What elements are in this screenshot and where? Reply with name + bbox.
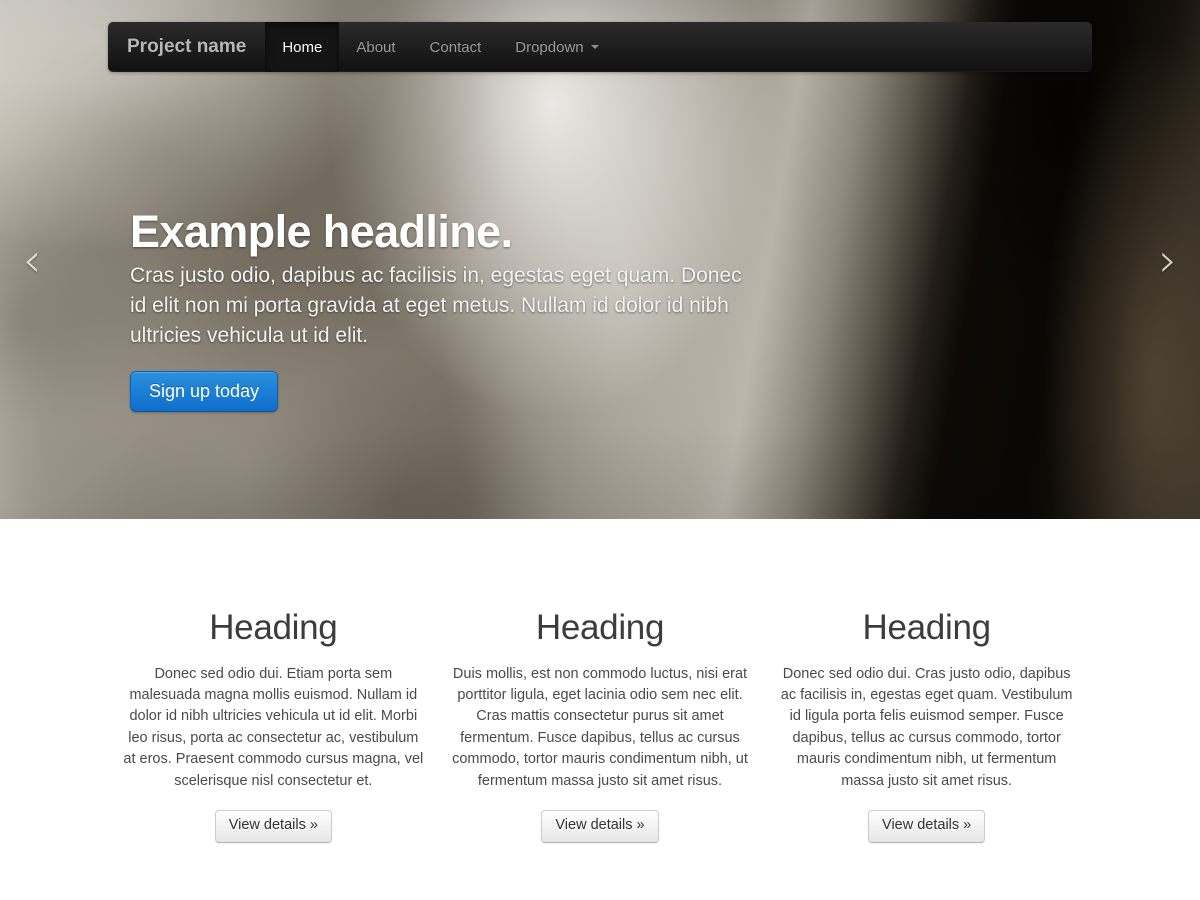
carousel-next-control[interactable]: › [1120, 0, 1200, 519]
page-root: ‹ › Example headline. Cras justo odio, d… [0, 0, 1200, 900]
carousel-lead-text: Cras justo odio, dapibus ac facilisis in… [130, 264, 742, 347]
marketing-container: Heading Donec sed odio dui. Etiam porta … [110, 519, 1090, 843]
feature-body: Donec sed odio dui. Cras justo odio, dap… [780, 665, 1073, 789]
marketing-section: Heading Donec sed odio dui. Etiam porta … [0, 519, 1200, 900]
feature-body: Donec sed odio dui. Etiam porta sem male… [123, 665, 424, 789]
view-details-button-2[interactable]: View details » [541, 810, 659, 843]
hero-carousel: ‹ › Example headline. Cras justo odio, d… [0, 0, 1200, 519]
navbar-nav: Home About Contact Dropdown [265, 22, 615, 72]
nav-item-label: Dropdown [515, 38, 584, 56]
carousel-caption: Example headline. Cras justo odio, dapib… [130, 208, 750, 412]
carousel-prev-control[interactable]: ‹ [0, 0, 80, 519]
chevron-down-icon [590, 45, 599, 49]
nav-item-label: Contact [429, 38, 482, 56]
nav-item-dropdown[interactable]: Dropdown [498, 22, 615, 72]
navbar: Project name Home About Contact Dropdown [108, 22, 1092, 72]
feature-column-3: Heading Donec sed odio dui. Cras justo o… [763, 608, 1090, 843]
sign-up-today-button[interactable]: Sign up today [130, 370, 279, 412]
feature-column-1: Heading Donec sed odio dui. Etiam porta … [110, 608, 437, 843]
chevron-left-icon: ‹ [22, 232, 42, 287]
feature-column-2: Heading Duis mollis, est non commodo luc… [437, 608, 764, 843]
navbar-brand[interactable]: Project name [108, 22, 265, 72]
carousel-headline: Example headline. [130, 206, 513, 257]
nav-item-home[interactable]: Home [265, 22, 340, 72]
nav-item-contact[interactable]: Contact [413, 22, 499, 72]
nav-item-label: Home [282, 38, 323, 56]
view-details-button-1[interactable]: View details » [214, 810, 332, 843]
nav-item-about[interactable]: About [339, 22, 412, 72]
view-details-button-3[interactable]: View details » [868, 810, 986, 843]
nav-item-label: About [356, 38, 396, 56]
feature-heading: Heading [209, 608, 338, 647]
chevron-right-icon: › [1158, 232, 1178, 287]
feature-heading: Heading [535, 608, 665, 647]
feature-body: Duis mollis, est non commodo luctus, nis… [452, 665, 748, 789]
feature-heading: Heading [862, 608, 992, 647]
